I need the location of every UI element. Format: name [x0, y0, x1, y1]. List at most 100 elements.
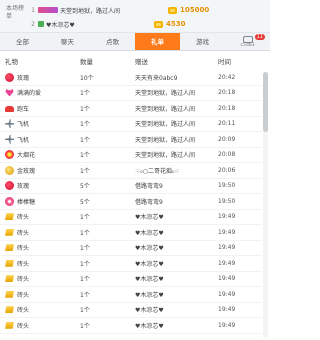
gift-sender[interactable]: ♥木凉芯♥	[135, 305, 218, 314]
gift-name: 飞机	[17, 121, 30, 129]
gift-sender[interactable]: ♥木凉芯♥	[135, 290, 218, 299]
gift-cell: 大烟花	[0, 150, 80, 160]
gift-cell: 飞机	[0, 119, 80, 129]
gift-time: 20:06	[218, 166, 236, 174]
gift-sender[interactable]: ♥木凉芯♥	[135, 228, 218, 237]
rank-entry[interactable]: 1 天堂到地狱，路过人间 105000	[28, 3, 270, 17]
gift-name: 砖头	[17, 291, 30, 299]
gift-name: 棒棒糖	[17, 198, 36, 206]
brick-icon	[5, 321, 14, 329]
table-row: 棒棒糖 5个 借路弯弯9 19:50	[0, 194, 262, 210]
level-badge-icon	[38, 7, 58, 13]
gift-quantity: 1个	[80, 214, 90, 222]
table-row: 砖头 1个 ♥木凉芯♥ 19:49	[0, 241, 262, 256]
rank-score: 4530	[166, 20, 186, 28]
column-header-quantity: 数量	[80, 58, 93, 66]
gift-cell: 满满的爱	[0, 88, 80, 97]
gift-sender[interactable]: 天堂到地狱，路过人间	[135, 150, 218, 159]
gift-quantity: 5个	[80, 198, 90, 206]
tab-song-request[interactable]: 点歌	[90, 33, 135, 50]
coin-icon	[154, 20, 163, 28]
plane-icon	[5, 134, 14, 144]
gift-cell: 砖头	[0, 321, 80, 330]
table-row: 玫瑰 5个 借路弯弯9 19:50	[0, 179, 262, 194]
gift-sender[interactable]: 借路弯弯9	[135, 181, 218, 190]
gift-time: 19:49	[218, 244, 236, 252]
gift-time: 19:50	[218, 182, 236, 190]
gift-sender[interactable]: ♥木凉芯♥	[135, 243, 218, 252]
brick-icon	[5, 259, 14, 267]
gift-sender[interactable]: ♥木凉芯♥	[135, 212, 218, 221]
gift-cell: 金玫瑰	[0, 165, 80, 175]
gift-quantity: 1个	[80, 322, 90, 330]
gift-sender[interactable]: 天堂到地狱，路过人间	[135, 135, 218, 144]
gift-name: 飞机	[17, 136, 30, 144]
gift-name: 玫瑰	[17, 74, 30, 82]
rank-entry[interactable]: 2 ♥木凉芯♥ 4530	[28, 17, 270, 31]
brick-icon	[5, 244, 14, 252]
gift-sender[interactable]: 借路弯弯9	[135, 197, 218, 206]
rank-score: 105000	[180, 6, 210, 14]
rank-number: 1	[31, 6, 35, 14]
gift-quantity: 10个	[80, 74, 94, 82]
gift-sender[interactable]: ♥木凉芯♥	[135, 321, 218, 330]
tab-users[interactable]: 11 c5db3	[225, 33, 270, 50]
gift-quantity: 1个	[80, 121, 90, 129]
gift-quantity: 1个	[80, 245, 90, 253]
table-row: 跑车 1个 天堂到地狱，路过人间 20:18	[0, 101, 262, 117]
gift-sender[interactable]: 天堂到地狱，路过人间	[135, 119, 218, 128]
tab-gift-list[interactable]: 礼单	[135, 33, 180, 50]
coin-icon	[168, 6, 177, 14]
gift-time: 19:49	[218, 306, 236, 314]
lollipop-icon	[5, 196, 14, 206]
gift-quantity: 1个	[80, 90, 90, 98]
gift-time: 19:49	[218, 228, 236, 236]
tab-games[interactable]: 游戏	[180, 33, 225, 50]
scrollbar-thumb[interactable]	[263, 72, 268, 132]
gift-quantity: 1个	[80, 276, 90, 284]
gift-cell: 棒棒糖	[0, 196, 80, 206]
gift-quantity: 1个	[80, 105, 90, 113]
brick-icon	[5, 275, 14, 283]
gift-quantity: 1个	[80, 307, 90, 315]
table-row: 满满的爱 1个 天堂到地狱，路过人间 20:18	[0, 86, 262, 101]
gift-cell: 砖头	[0, 290, 80, 299]
gift-quantity: 5个	[80, 183, 90, 191]
gift-time: 20:18	[218, 89, 236, 97]
table-row: 飞机 1个 天堂到地狱，路过人间 20:09	[0, 132, 262, 148]
gift-name: 大烟花	[17, 152, 36, 160]
tab-all[interactable]: 全部	[0, 33, 45, 50]
column-header-sender: 赠送	[135, 58, 148, 66]
gift-sender[interactable]: ☜₀○二哥花痴₀☞	[135, 166, 218, 175]
gift-name: 玫瑰	[17, 183, 30, 191]
table-row: 砖头 1个 ♥木凉芯♥ 19:49	[0, 303, 262, 318]
rank-number: 2	[31, 20, 35, 28]
gift-time: 19:49	[218, 213, 236, 221]
brick-icon	[5, 306, 14, 314]
table-row: 飞机 1个 天堂到地狱，路过人间 20:11	[0, 117, 262, 132]
rank-user-name[interactable]: ♥木凉芯♥	[46, 20, 154, 29]
gift-time: 20:42	[218, 73, 236, 81]
column-header-time: 时间	[218, 58, 231, 66]
gift-cell: 玫瑰	[0, 72, 80, 82]
scrollbar[interactable]	[263, 72, 268, 338]
gift-cell: 砖头	[0, 259, 80, 268]
rank-title: 本场榜单	[6, 5, 25, 20]
table-header: 礼物 数量 赠送 时间	[0, 52, 270, 70]
table-row: 玫瑰 10个 天天有来0abc9 20:42	[0, 70, 262, 86]
gift-quantity: 1个	[80, 152, 90, 160]
gift-quantity: 1个	[80, 260, 90, 268]
gift-sender[interactable]: 天天有来0abc9	[135, 73, 218, 82]
gift-cell: 砖头	[0, 228, 80, 237]
gift-cell: 飞机	[0, 134, 80, 144]
rank-user-name[interactable]: 天堂到地狱，路过人间	[60, 6, 168, 15]
brick-icon	[5, 213, 14, 221]
tab-chat[interactable]: 聊天	[45, 33, 90, 50]
gift-sender[interactable]: 天堂到地狱，路过人间	[135, 104, 218, 113]
gift-list[interactable]: 玫瑰 10个 天天有来0abc9 20:42 满满的爱 1个 天堂到地狱，路过人间 20:18…	[0, 70, 262, 340]
goldrose-icon	[5, 165, 14, 175]
gift-sender[interactable]: ♥木凉芯♥	[135, 259, 218, 268]
gift-sender[interactable]: ♥木凉芯♥	[135, 274, 218, 283]
gift-sender[interactable]: 天堂到地狱，路过人间	[135, 88, 218, 97]
gift-quantity: 1个	[80, 291, 90, 299]
